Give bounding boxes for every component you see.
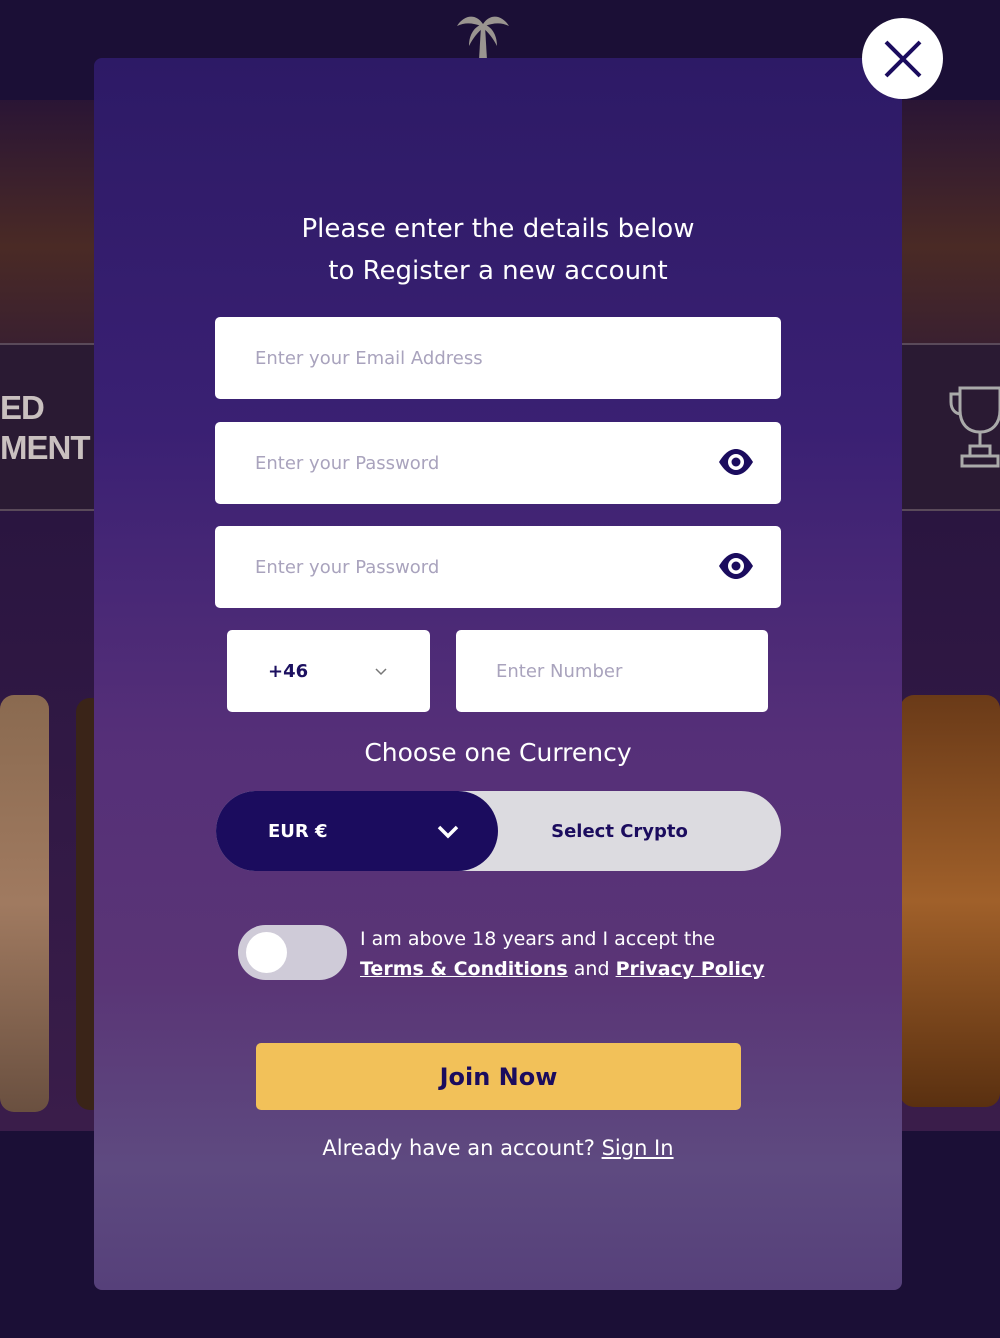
phone-input[interactable]: [456, 660, 768, 682]
signin-prompt: Already have an account?: [322, 1136, 595, 1160]
age-consent-toggle[interactable]: [238, 925, 347, 980]
sign-in-link[interactable]: Sign In: [602, 1136, 674, 1160]
confirm-password-input[interactable]: [215, 556, 781, 578]
eye-icon[interactable]: [717, 446, 755, 478]
modal-title: Please enter the details below to Registe…: [94, 208, 902, 292]
side-text-1: ED: [0, 389, 45, 426]
email-field-wrapper: [215, 317, 781, 399]
confirm-password-field-wrapper: [215, 526, 781, 608]
currency-switch: EUR € Select Crypto: [216, 791, 781, 871]
join-now-button[interactable]: Join Now: [256, 1043, 741, 1110]
palm-logo-icon: [457, 16, 509, 60]
close-icon: [884, 40, 921, 77]
terms-link[interactable]: Terms & Conditions: [360, 958, 568, 980]
chevron-down-icon: [437, 825, 459, 839]
close-button[interactable]: [862, 18, 943, 99]
and-text: and: [573, 958, 610, 980]
game-tile[interactable]: [0, 695, 49, 1112]
privacy-link[interactable]: Privacy Policy: [616, 958, 765, 980]
email-input[interactable]: [215, 347, 781, 369]
game-tile[interactable]: [900, 695, 1000, 1107]
currency-value: EUR €: [268, 820, 328, 842]
eye-icon[interactable]: [717, 550, 755, 582]
background-text: ED MENT: [0, 388, 90, 468]
trophy-icon: [949, 386, 1000, 468]
title-line-2: to Register a new account: [328, 256, 668, 286]
chevron-down-icon: [375, 668, 387, 676]
select-crypto-button[interactable]: Select Crypto: [498, 791, 781, 871]
title-line-1: Please enter the details below: [301, 214, 695, 244]
currency-select[interactable]: EUR €: [216, 791, 498, 871]
country-code-value: +46: [268, 660, 309, 682]
currency-heading: Choose one Currency: [364, 738, 632, 767]
toggle-knob: [246, 932, 287, 973]
password-input[interactable]: [215, 452, 781, 474]
phone-field-wrapper: [456, 630, 768, 712]
signin-row: Already have an account? Sign In: [94, 1136, 902, 1160]
consent-text: I am above 18 years and I accept the Ter…: [360, 924, 765, 984]
password-field-wrapper: [215, 422, 781, 504]
age-text: I am above 18 years and I accept the: [360, 928, 716, 950]
side-text-2: MENT: [0, 429, 90, 466]
country-code-select[interactable]: +46: [227, 630, 430, 712]
